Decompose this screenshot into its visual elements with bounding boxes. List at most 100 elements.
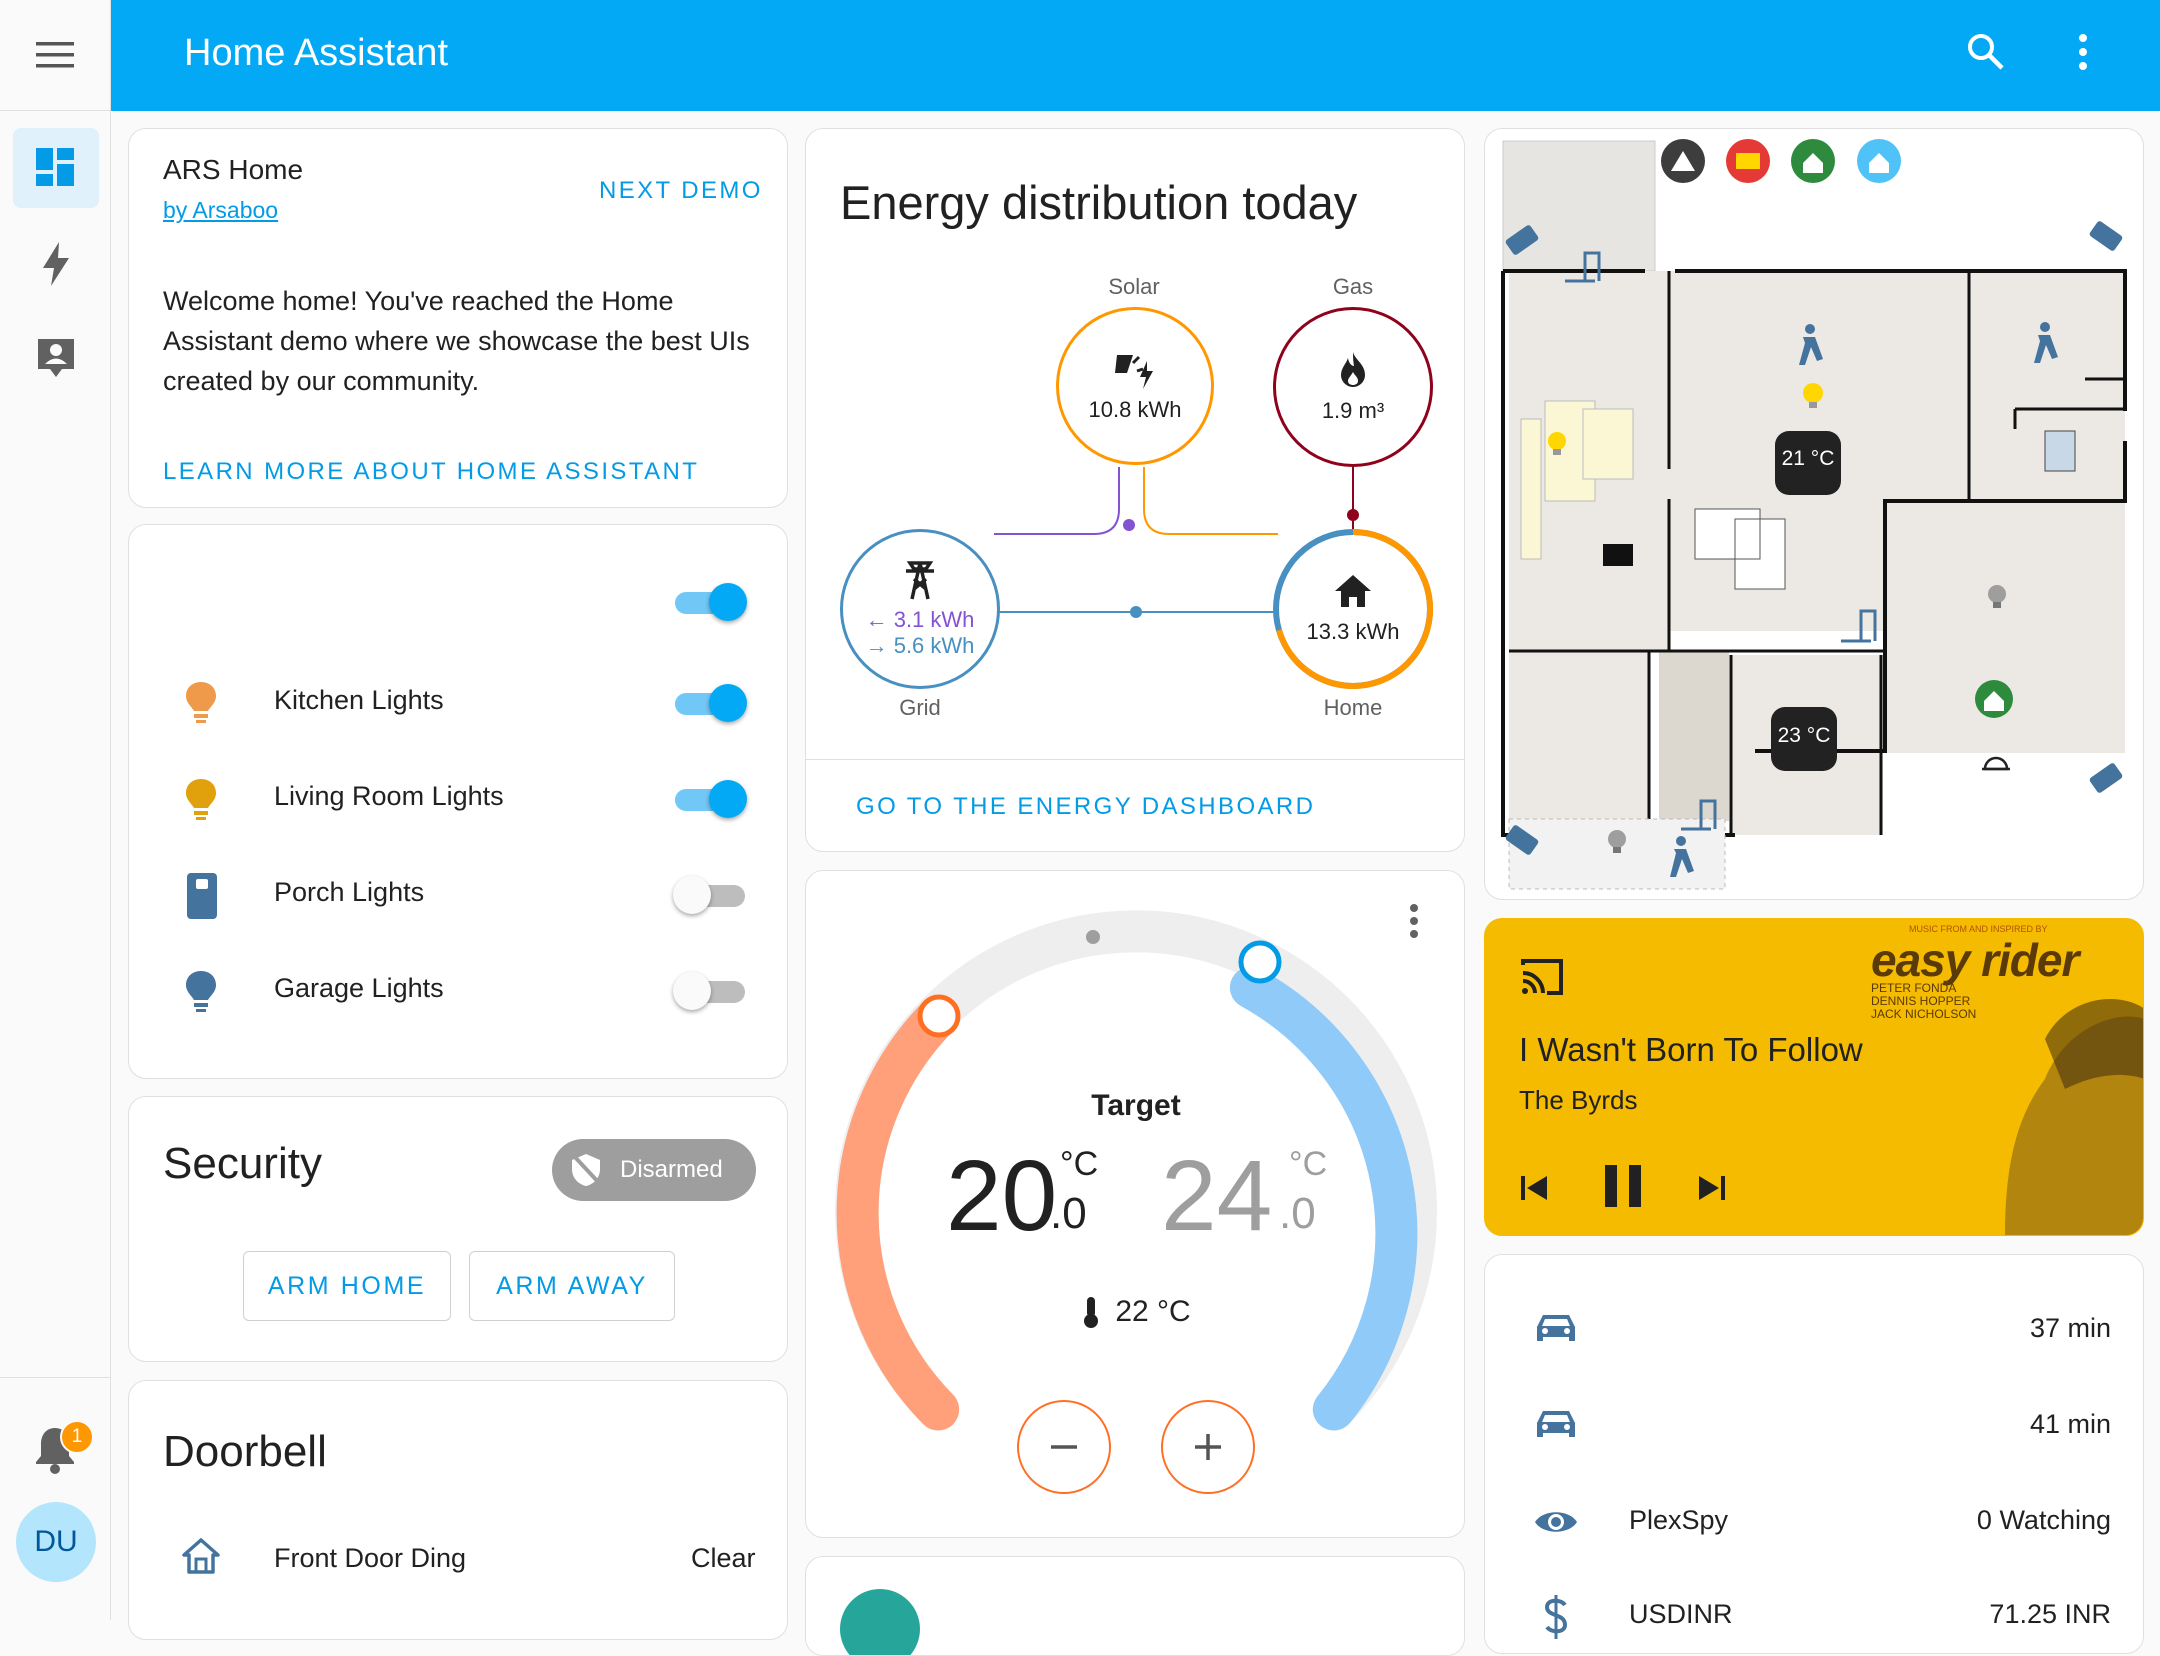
sidebar-item-energy[interactable] bbox=[13, 224, 99, 304]
low-setpoint-unit: °C bbox=[1060, 1145, 1099, 1183]
cast-icon[interactable] bbox=[1519, 957, 1565, 997]
low-setpoint[interactable]: 20 °C .0 bbox=[946, 1139, 1126, 1252]
porch-lights-toggle[interactable] bbox=[673, 873, 747, 917]
app-header: Home Assistant bbox=[111, 0, 2160, 111]
security-card: Security Disarmed ARM HOME ARM AWAY bbox=[128, 1096, 788, 1362]
arm-away-button[interactable]: ARM AWAY bbox=[469, 1251, 675, 1321]
high-setpoint-integer: 24 bbox=[1161, 1140, 1273, 1252]
home-outline-icon bbox=[182, 1538, 220, 1574]
cool-setpoint-handle bbox=[1238, 940, 1282, 984]
decrease-temperature-button[interactable] bbox=[1017, 1400, 1111, 1494]
plus-icon bbox=[1195, 1434, 1221, 1460]
grid-import: ← 3.1 kWh bbox=[865, 607, 975, 632]
garage-lights-toggle[interactable] bbox=[673, 969, 747, 1013]
energy-dashboard-link[interactable]: GO TO THE ENERGY DASHBOARD bbox=[856, 793, 1315, 821]
high-setpoint[interactable]: 24 °C .0 bbox=[1161, 1139, 1341, 1252]
partial-avatar bbox=[840, 1589, 920, 1655]
grid-node[interactable]: ← 3.1 kWh → 5.6 kWh bbox=[840, 529, 1000, 689]
home-node-content: 13.3 kWh bbox=[1273, 529, 1433, 689]
floorplan-top-icons bbox=[1661, 139, 1901, 183]
travel-time-1-value: 37 min bbox=[2029, 1313, 2111, 1343]
dashboard-icon bbox=[36, 148, 74, 186]
sidebar-item-dashboard[interactable] bbox=[13, 128, 99, 208]
all-lights-toggle[interactable] bbox=[673, 580, 747, 624]
sidebar-item-account[interactable] bbox=[13, 318, 99, 398]
more-vertical-icon bbox=[2079, 34, 2087, 70]
usdinr-label: USDINR bbox=[1629, 1599, 1733, 1629]
next-demo-button[interactable]: NEXT DEMO bbox=[599, 177, 763, 205]
user-avatar[interactable]: DU bbox=[16, 1502, 96, 1582]
arm-home-button[interactable]: ARM HOME bbox=[243, 1251, 451, 1321]
media-title: I Wasn't Born To Follow bbox=[1519, 1031, 1863, 1068]
security-state-badge[interactable]: Disarmed bbox=[552, 1139, 756, 1201]
intro-card: ARS Home by Arsaboo NEXT DEMO Welcome ho… bbox=[128, 128, 788, 508]
low-setpoint-decimal: .0 bbox=[1050, 1189, 1087, 1238]
thermostat-target-label: Target bbox=[1091, 1089, 1181, 1122]
previous-track-button[interactable] bbox=[1517, 1171, 1551, 1205]
low-setpoint-integer: 20 bbox=[946, 1140, 1058, 1252]
plexspy-value: 0 Watching bbox=[1976, 1505, 2111, 1535]
notification-badge: 1 bbox=[60, 1420, 94, 1454]
next-track-button[interactable] bbox=[1695, 1171, 1729, 1205]
album-credit-2: DENNIS HOPPER bbox=[1871, 994, 1971, 1008]
partial-card bbox=[805, 1556, 1465, 1656]
security-state-label: Disarmed bbox=[620, 1156, 723, 1183]
kitchen-lights-label: Kitchen Lights bbox=[274, 685, 444, 715]
travel-time-2-value: 41 min bbox=[2029, 1409, 2111, 1439]
intro-author-link[interactable]: by Arsaboo bbox=[163, 197, 278, 224]
heat-setpoint-handle bbox=[917, 994, 961, 1038]
car-icon bbox=[1537, 1315, 1575, 1341]
porch-lights-icon bbox=[187, 873, 217, 919]
solar-node[interactable]: 10.8 kWh bbox=[1056, 307, 1214, 465]
grid-label: Grid bbox=[899, 695, 941, 720]
lights-card: Kitchen Lights Living Room Lights Porch … bbox=[128, 524, 788, 1079]
garage-lights-label: Garage Lights bbox=[274, 973, 444, 1003]
doorbell-row-label: Front Door Ding bbox=[274, 1543, 467, 1573]
grid-export: → 5.6 kWh bbox=[865, 633, 975, 658]
grid-import-value: 3.1 kWh bbox=[893, 607, 975, 632]
menu-button[interactable] bbox=[0, 0, 111, 111]
kitchen-lights-toggle[interactable] bbox=[673, 681, 747, 725]
home-icon bbox=[1335, 575, 1371, 607]
pause-button[interactable] bbox=[1601, 1161, 1645, 1211]
overflow-menu-button[interactable] bbox=[2076, 32, 2106, 82]
thermometer-icon bbox=[1084, 1297, 1099, 1328]
album-credit-1: PETER FONDA bbox=[1871, 981, 1957, 995]
notifications-button[interactable]: 1 bbox=[32, 1420, 94, 1480]
thermostat-dial[interactable] bbox=[806, 871, 1465, 1538]
album-credit-3: JACK NICHOLSON bbox=[1871, 1007, 1977, 1021]
floorplan-temp-2: 23 °C bbox=[1777, 724, 1831, 747]
floorplan-card: 21 °C 23 °C bbox=[1484, 128, 2144, 900]
increase-temperature-button[interactable] bbox=[1161, 1400, 1255, 1494]
search-button[interactable] bbox=[1966, 32, 2016, 82]
floorplan-image[interactable] bbox=[1485, 129, 2144, 900]
kitchen-lights-bulb-icon bbox=[186, 682, 216, 723]
gas-value: 1.9 m³ bbox=[1321, 398, 1385, 423]
solar-value: 10.8 kWh bbox=[1088, 397, 1182, 422]
album-art-title: easy rider bbox=[1871, 934, 2079, 986]
garage-lights-bulb-icon bbox=[186, 971, 216, 1012]
living-room-lights-label: Living Room Lights bbox=[274, 781, 504, 811]
current-temperature-value: 22 °C bbox=[1115, 1295, 1191, 1328]
doorbell-row-state: Clear bbox=[691, 1543, 756, 1573]
doorbell-title: Doorbell bbox=[163, 1427, 327, 1476]
security-title: Security bbox=[163, 1139, 322, 1188]
home-node[interactable]: 13.3 kWh bbox=[1273, 529, 1433, 689]
media-player-card: MUSIC FROM AND INSPIRED BY easy rider PE… bbox=[1484, 918, 2144, 1236]
doorbell-card: Doorbell Front Door Ding Clear bbox=[128, 1380, 788, 1640]
home-value: 13.3 kWh bbox=[1306, 619, 1400, 644]
grid-export-value: 5.6 kWh bbox=[893, 633, 975, 658]
high-setpoint-unit: °C bbox=[1289, 1145, 1328, 1183]
media-artist: The Byrds bbox=[1519, 1085, 1638, 1115]
gas-node[interactable]: 1.9 m³ bbox=[1273, 307, 1433, 467]
solar-label: Solar bbox=[1108, 274, 1160, 299]
usdinr-value: 71.25 INR bbox=[1989, 1599, 2111, 1629]
living-room-lights-toggle[interactable] bbox=[673, 777, 747, 821]
search-icon bbox=[1968, 34, 2004, 70]
shield-off-icon bbox=[572, 1154, 602, 1186]
learn-more-link[interactable]: LEARN MORE ABOUT HOME ASSISTANT bbox=[163, 458, 699, 486]
floorplan-temp-1: 21 °C bbox=[1781, 447, 1835, 470]
minus-icon bbox=[1051, 1445, 1077, 1449]
intro-body: Welcome home! You've reached the Home As… bbox=[163, 286, 750, 396]
living-room-lights-bulb-icon bbox=[186, 779, 216, 820]
